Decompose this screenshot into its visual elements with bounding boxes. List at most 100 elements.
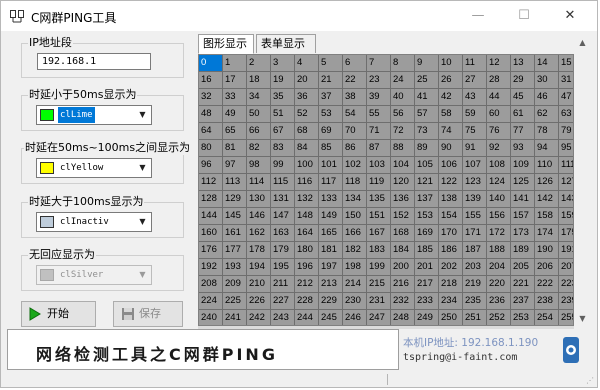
ip-cell[interactable]: 59 — [463, 106, 487, 123]
ip-cell[interactable]: 248 — [391, 310, 415, 325]
ip-cell[interactable]: 31 — [559, 72, 573, 89]
ip-cell[interactable]: 22 — [343, 72, 367, 89]
ip-cell[interactable]: 106 — [439, 157, 463, 174]
ip-cell[interactable]: 88 — [391, 140, 415, 157]
ip-cell[interactable]: 19 — [271, 72, 295, 89]
ip-cell[interactable]: 130 — [247, 191, 271, 208]
ip-cell[interactable]: 189 — [511, 242, 535, 259]
ip-cell[interactable]: 203 — [463, 259, 487, 276]
ip-cell[interactable]: 109 — [511, 157, 535, 174]
ip-cell[interactable]: 254 — [535, 310, 559, 325]
ip-cell[interactable]: 4 — [295, 55, 319, 72]
ip-cell[interactable]: 52 — [295, 106, 319, 123]
ip-cell[interactable]: 151 — [367, 208, 391, 225]
ip-cell[interactable]: 25 — [415, 72, 439, 89]
ip-cell[interactable]: 45 — [511, 89, 535, 106]
ip-cell[interactable]: 216 — [391, 276, 415, 293]
ip-cell[interactable]: 236 — [487, 293, 511, 310]
ip-cell[interactable]: 2 — [247, 55, 271, 72]
ip-cell[interactable]: 118 — [343, 174, 367, 191]
noresp-color-select[interactable]: clSilver ▼ — [36, 265, 152, 285]
ip-cell[interactable]: 178 — [247, 242, 271, 259]
ip-cell[interactable]: 232 — [391, 293, 415, 310]
scroll-down-icon[interactable]: ▼ — [574, 310, 591, 327]
ip-cell[interactable]: 174 — [535, 225, 559, 242]
ip-cell[interactable]: 117 — [319, 174, 343, 191]
chevron-down-icon[interactable]: ▼ — [136, 161, 149, 175]
ip-cell[interactable]: 240 — [199, 310, 223, 325]
ip-cell[interactable]: 141 — [511, 191, 535, 208]
ip-cell[interactable]: 82 — [247, 140, 271, 157]
ip-cell[interactable]: 136 — [391, 191, 415, 208]
ip-cell[interactable]: 63 — [559, 106, 573, 123]
minimize-button[interactable]: — — [455, 1, 501, 31]
ip-cell[interactable]: 149 — [319, 208, 343, 225]
ip-cell[interactable]: 131 — [271, 191, 295, 208]
ip-cell[interactable]: 48 — [199, 106, 223, 123]
ip-cell[interactable]: 28 — [487, 72, 511, 89]
ip-cell[interactable]: 127 — [559, 174, 573, 191]
ip-cell[interactable]: 98 — [247, 157, 271, 174]
ip-cell[interactable]: 155 — [463, 208, 487, 225]
ip-cell[interactable]: 250 — [439, 310, 463, 325]
ip-cell[interactable]: 166 — [343, 225, 367, 242]
ip-cell[interactable]: 177 — [223, 242, 247, 259]
ip-cell[interactable]: 121 — [415, 174, 439, 191]
ip-cell[interactable]: 39 — [367, 89, 391, 106]
ip-cell[interactable]: 194 — [247, 259, 271, 276]
ip-cell[interactable]: 114 — [247, 174, 271, 191]
ip-cell[interactable]: 159 — [559, 208, 573, 225]
ip-cell[interactable]: 107 — [463, 157, 487, 174]
ip-cell[interactable]: 62 — [535, 106, 559, 123]
ip-cell[interactable]: 51 — [271, 106, 295, 123]
ip-cell[interactable]: 186 — [439, 242, 463, 259]
ip-cell[interactable]: 14 — [535, 55, 559, 72]
ip-cell[interactable]: 187 — [463, 242, 487, 259]
ip-cell[interactable]: 27 — [463, 72, 487, 89]
save-button[interactable]: 保存 — [113, 301, 183, 327]
ip-cell[interactable]: 244 — [295, 310, 319, 325]
ip-cell[interactable]: 11 — [463, 55, 487, 72]
ip-cell[interactable]: 56 — [391, 106, 415, 123]
ip-cell[interactable]: 102 — [343, 157, 367, 174]
ip-cell[interactable]: 60 — [487, 106, 511, 123]
ip-cell[interactable]: 198 — [343, 259, 367, 276]
ip-cell[interactable]: 21 — [319, 72, 343, 89]
ip-cell[interactable]: 3 — [271, 55, 295, 72]
ip-cell[interactable]: 57 — [415, 106, 439, 123]
ip-cell[interactable]: 66 — [247, 123, 271, 140]
ip-cell[interactable]: 94 — [535, 140, 559, 157]
chevron-down-icon[interactable]: ▼ — [136, 215, 149, 229]
ip-cell[interactable]: 224 — [199, 293, 223, 310]
ip-cell[interactable]: 126 — [535, 174, 559, 191]
ip-cell[interactable]: 205 — [511, 259, 535, 276]
start-button[interactable]: 开始 — [21, 301, 96, 327]
ip-cell[interactable]: 175 — [559, 225, 573, 242]
ip-cell[interactable]: 69 — [319, 123, 343, 140]
ip-cell[interactable]: 229 — [319, 293, 343, 310]
ip-cell[interactable]: 54 — [343, 106, 367, 123]
ip-cell[interactable]: 176 — [199, 242, 223, 259]
ip-cell[interactable]: 96 — [199, 157, 223, 174]
ip-cell[interactable]: 204 — [487, 259, 511, 276]
ip-cell[interactable]: 235 — [463, 293, 487, 310]
ip-cell[interactable]: 50 — [247, 106, 271, 123]
ip-cell[interactable]: 158 — [535, 208, 559, 225]
ip-cell[interactable]: 162 — [247, 225, 271, 242]
ip-cell[interactable]: 139 — [463, 191, 487, 208]
ip-cell[interactable]: 214 — [343, 276, 367, 293]
ip-cell[interactable]: 16 — [199, 72, 223, 89]
ip-cell[interactable]: 74 — [439, 123, 463, 140]
ip-cell[interactable]: 153 — [415, 208, 439, 225]
ip-cell[interactable]: 213 — [319, 276, 343, 293]
ip-cell[interactable]: 46 — [535, 89, 559, 106]
ip-cell[interactable]: 156 — [487, 208, 511, 225]
ip-cell[interactable]: 12 — [487, 55, 511, 72]
ip-cell[interactable]: 13 — [511, 55, 535, 72]
ip-cell[interactable]: 55 — [367, 106, 391, 123]
ip-cell[interactable]: 195 — [271, 259, 295, 276]
ip-cell[interactable]: 34 — [247, 89, 271, 106]
ip-cell[interactable]: 173 — [511, 225, 535, 242]
ip-cell[interactable]: 183 — [367, 242, 391, 259]
ip-cell[interactable]: 18 — [247, 72, 271, 89]
